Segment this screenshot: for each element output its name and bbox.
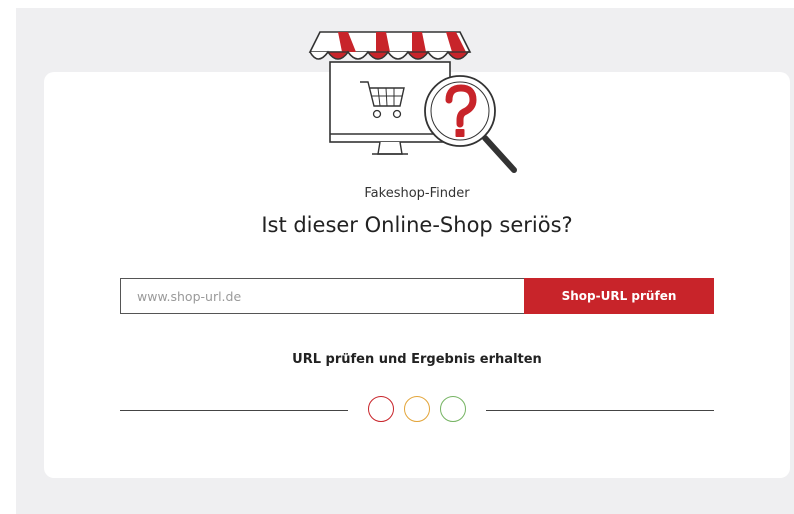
traffic-light-yellow-icon (404, 396, 430, 422)
page-title: Ist dieser Online-Shop seriös? (261, 213, 573, 237)
app-eyebrow: Fakeshop-Finder (364, 186, 470, 201)
check-shop-url-button[interactable]: Shop-URL prüfen (524, 278, 714, 314)
traffic-light-green-icon (440, 396, 466, 422)
shop-magnifier-question-icon (308, 31, 517, 173)
traffic-light-red-icon (368, 396, 394, 422)
result-subheading: URL prüfen und Ergebnis erhalten (292, 352, 542, 367)
divider-right (486, 410, 714, 411)
divider-left (120, 410, 348, 411)
shop-url-input[interactable] (120, 278, 524, 314)
